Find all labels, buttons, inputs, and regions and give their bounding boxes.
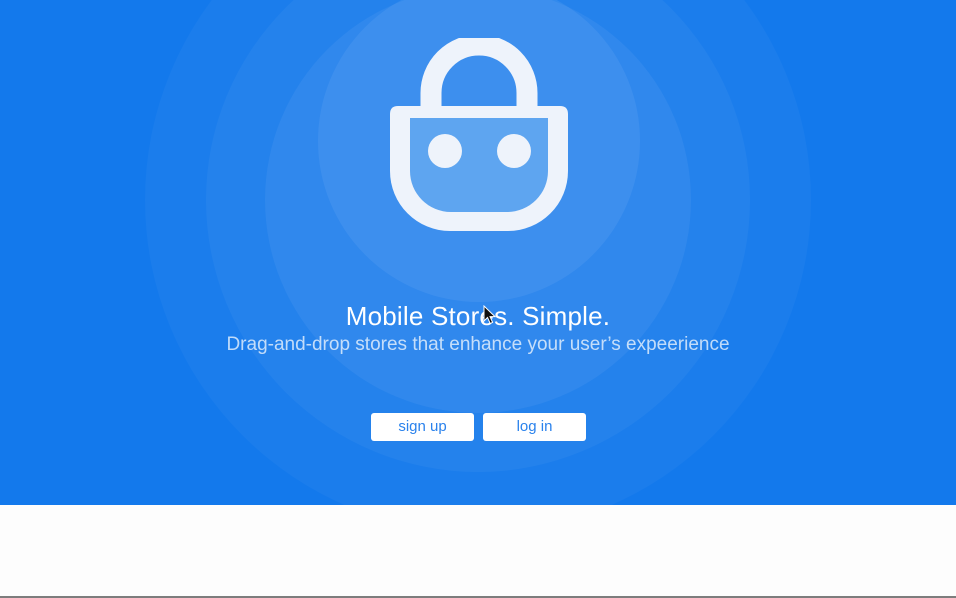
bag-eye-left [428, 134, 462, 168]
hero-section: Mobile Stores. Simple. Drag-and-drop sto… [0, 0, 956, 505]
shopping-bag-robot-icon [390, 38, 568, 231]
mouse-pointer-icon [483, 305, 497, 325]
bag-eye-right [497, 134, 531, 168]
hero-subline: Drag-and-drop stores that enhance your u… [226, 334, 730, 355]
page-content-area [0, 505, 956, 598]
log-in-button[interactable]: log in [483, 413, 586, 441]
hero-headline: Mobile Stores. Simple. [345, 301, 611, 331]
sign-up-button[interactable]: sign up [371, 413, 474, 441]
